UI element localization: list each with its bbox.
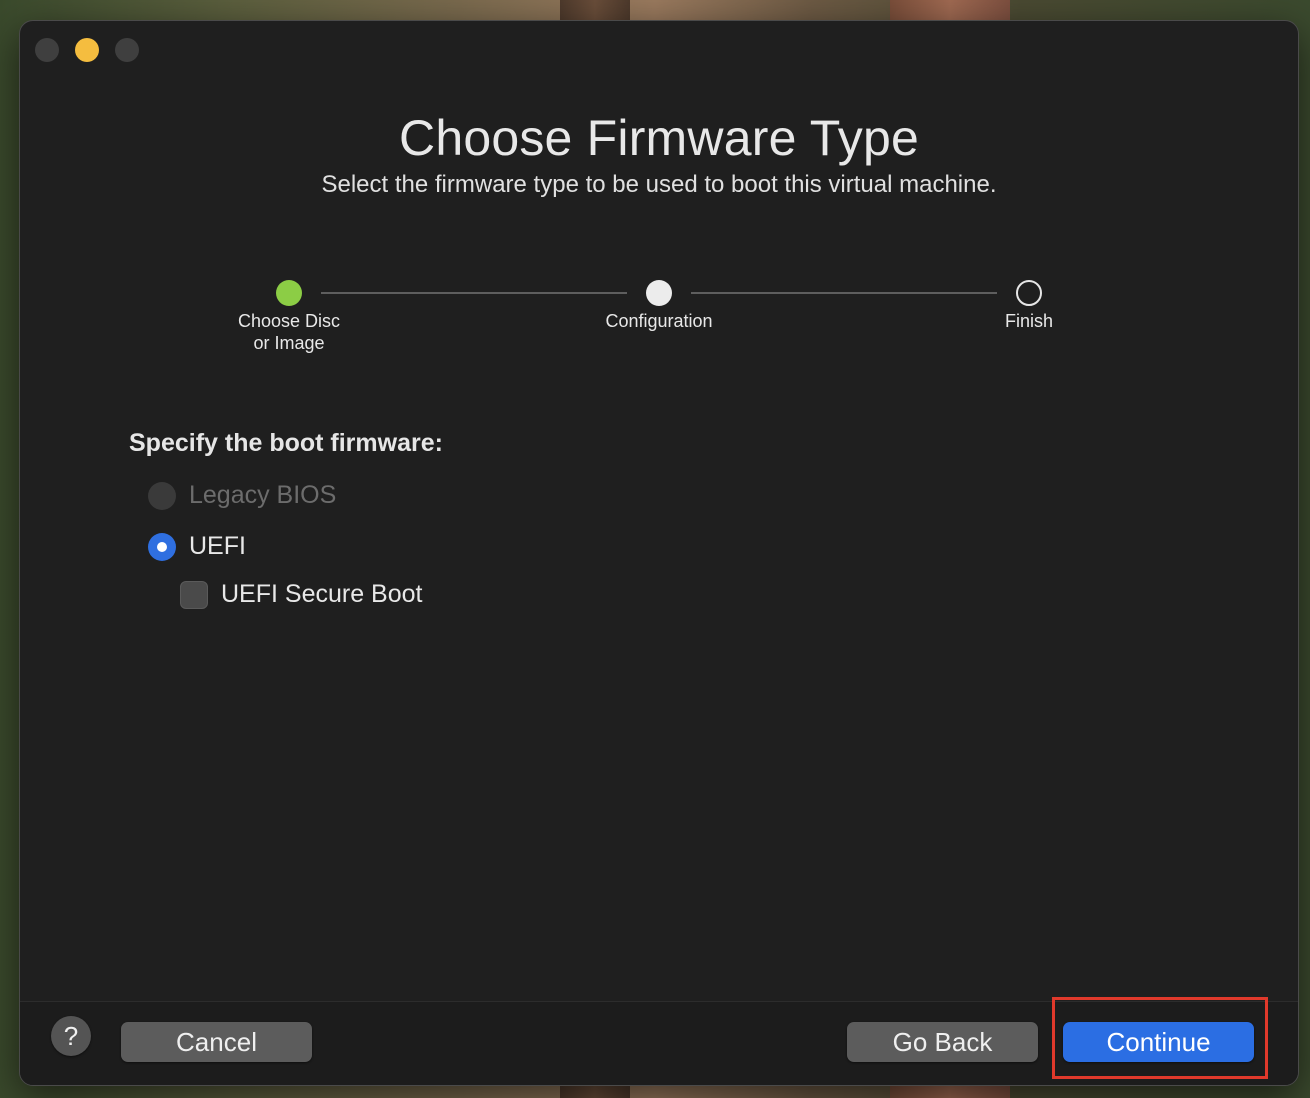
step-connector [321,292,627,294]
go-back-button[interactable]: Go Back [847,1022,1038,1062]
page-title: Choose Firmware Type [399,110,919,166]
step-indicator-configuration [646,280,672,306]
setup-window: Choose Firmware Type Select the firmware… [19,20,1299,1086]
page-subtitle: Select the firmware type to be used to b… [321,171,997,198]
step-indicator-choose-disc [276,280,302,306]
uefi-label: UEFI [189,532,246,560]
step-connector [691,292,997,294]
highlight-annotation [1052,997,1268,1079]
help-button[interactable]: ? [51,1016,91,1056]
step-label-choose-disc: Choose Disc or Image [237,311,341,353]
uefi-secure-boot-label: UEFI Secure Boot [221,580,423,608]
uefi-radio[interactable] [148,533,176,561]
close-window-button[interactable] [35,38,59,62]
legacy-bios-label: Legacy BIOS [189,481,337,509]
section-label: Specify the boot firmware: [129,429,443,457]
step-label-finish: Finish [1004,311,1053,331]
step-indicator-finish [1016,280,1042,306]
legacy-bios-radio[interactable] [148,482,176,510]
minimize-window-button[interactable] [75,38,99,62]
step-label-configuration: Configuration [605,311,713,331]
uefi-secure-boot-checkbox[interactable] [180,581,208,609]
cancel-button[interactable]: Cancel [121,1022,312,1062]
zoom-window-button[interactable] [115,38,139,62]
